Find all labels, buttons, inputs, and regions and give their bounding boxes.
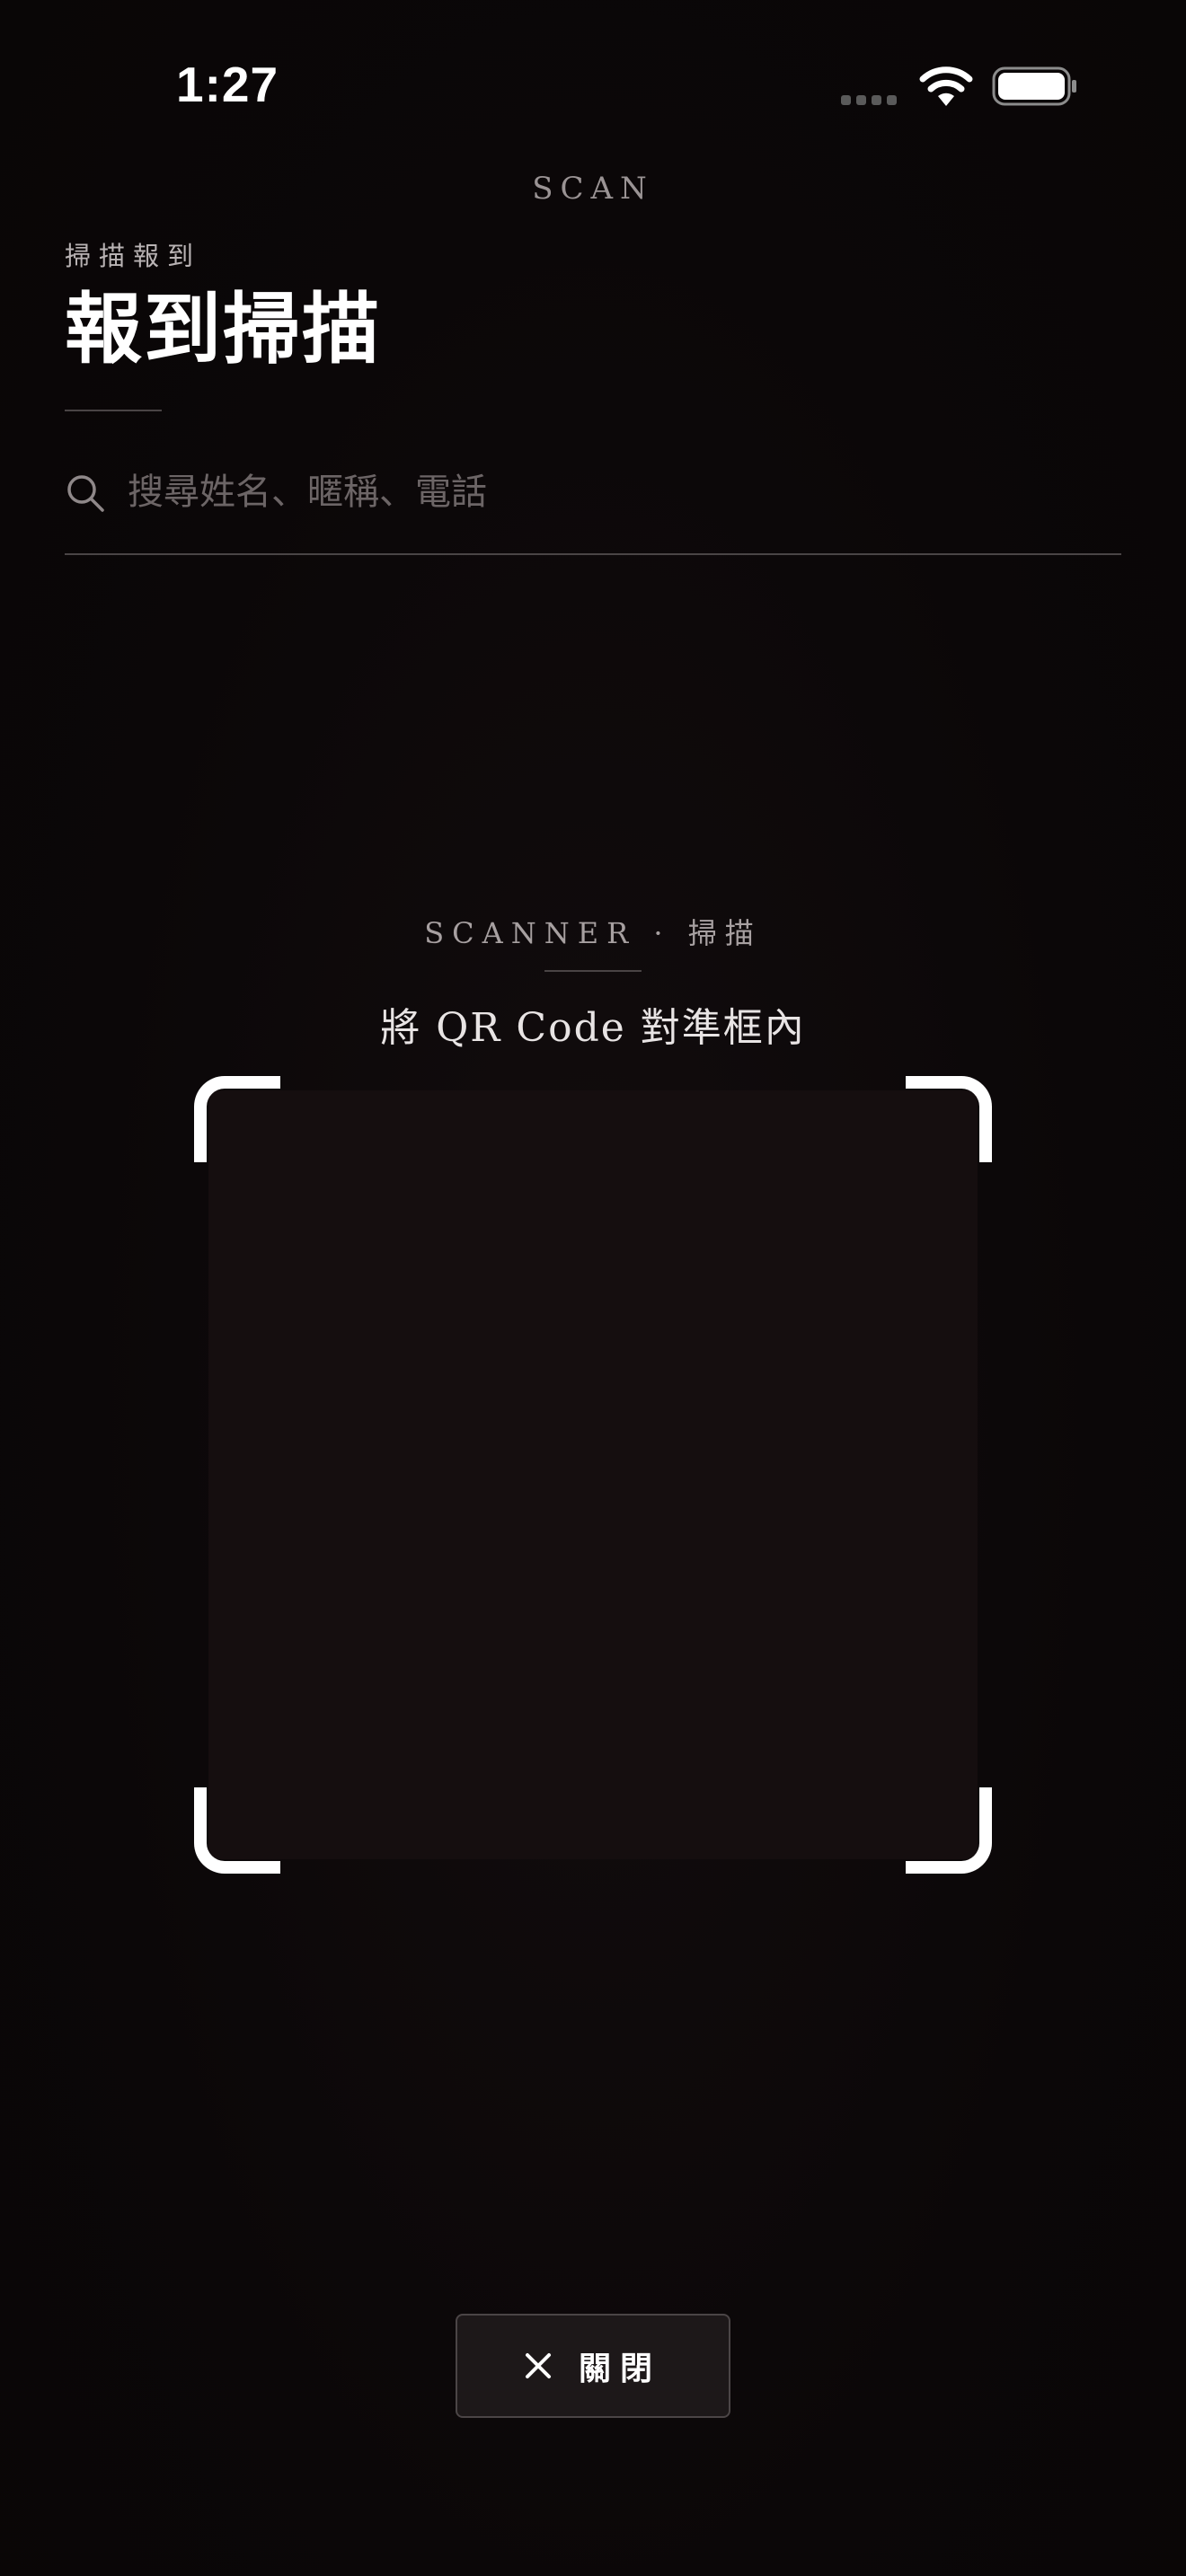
search-input[interactable] [128, 456, 1116, 528]
page-title: 報到掃描 [65, 285, 381, 375]
scanner-divider [544, 970, 642, 972]
section-overline: SCAN [532, 171, 654, 207]
wifi-icon [919, 66, 973, 106]
status-bar: 1:27 [0, 0, 1186, 171]
title-divider [65, 410, 162, 411]
scanner-label: SCANNER · 掃描 [424, 916, 762, 950]
frame-corner-bottom-left [194, 1787, 280, 1874]
search-bar [65, 456, 1121, 555]
close-button-label: 關閉 [578, 2351, 661, 2387]
signal-icon [841, 95, 897, 105]
scanner-instruction: 將 QR Code 對準框內 [380, 1005, 806, 1051]
qr-scan-frame [194, 1076, 992, 1874]
close-icon [525, 2353, 551, 2378]
search-icon [67, 475, 104, 512]
frame-corner-bottom-right [906, 1787, 992, 1874]
close-button[interactable]: 關閉 [456, 2314, 730, 2418]
frame-corner-top-right [906, 1076, 992, 1162]
page-subtitle: 掃描報到 [65, 241, 202, 271]
status-time: 1:27 [176, 57, 279, 112]
camera-viewport [208, 1090, 978, 1859]
battery-icon [992, 66, 1076, 106]
frame-corner-top-left [194, 1076, 280, 1162]
